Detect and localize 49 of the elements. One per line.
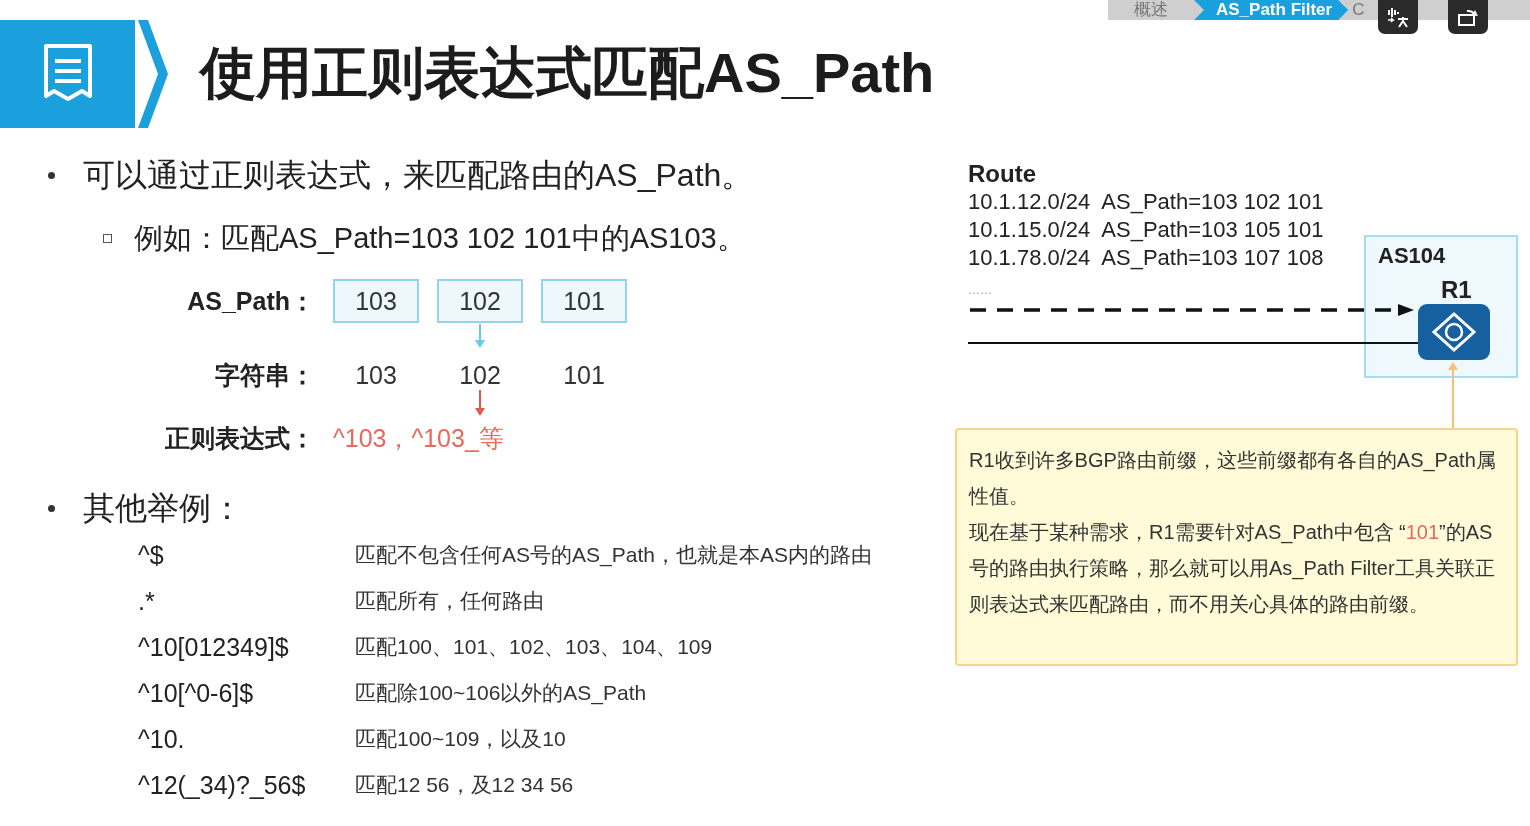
down-arrow [474,324,486,348]
nav-tab[interactable]: 概述 [1108,0,1194,20]
row-label: 正则表达式： [165,422,315,454]
router-icon [1418,304,1490,360]
string-value: 102 [458,360,502,390]
bullet-dot [48,504,55,512]
regex-pattern: ^10. [138,724,186,754]
as-label: AS104 [1378,243,1446,269]
translate-icon [1386,6,1410,28]
regex-pattern: ^$ [138,540,165,570]
as-number-box: 102 [437,279,523,323]
pattern-meaning: 匹配100、101、102、103、104、109 [355,634,714,660]
string-value: 101 [562,360,606,390]
regex-pattern: .* [138,586,156,616]
regex-pattern: ^12(_34)?_56$ [138,770,307,800]
up-arrow [1448,362,1458,428]
bullet-dot [48,171,55,179]
nav-tab[interactable]: AS_Path Filter [1194,0,1349,20]
nav-tab[interactable]: C [1348,0,1368,20]
route-title: Route [968,160,1037,188]
bullet-text: 例如：匹配AS_Path=103 102 101中的AS103。 [134,221,746,256]
pattern-meaning: 匹配不包含任何AS号的AS_Path，也就是本AS内的路由 [355,542,873,569]
note-text: R1收到许多BGP路由前缀，这些前缀都有各自的AS_Path属性值。 [969,448,1497,509]
row-label: AS_Path： [187,285,315,317]
translate-button[interactable] [1378,0,1418,34]
rotate-button[interactable] [1448,0,1488,34]
pattern-meaning: 匹配除100~106以外的AS_Path [355,680,648,707]
row-label: 字符串： [215,359,315,391]
slide-title: 使用正则表达式匹配AS_Path [200,40,935,106]
route-entry: 10.1.12.0/24 AS_Path=103 102 101 [968,188,1324,216]
note-text: 现在基于某种需求，R1需要针对AS_Path中包含 “101”的AS号的路由执行策略，那么就可以用As_Path Filter工具关联正则表达式来匹配路由，而不用关心具体的路由前缀。 [969,520,1496,617]
route-entry: 10.1.15.0/24 AS_Path=103 105 101 [968,216,1324,244]
string-value: 103 [354,360,398,390]
bullet-text: 可以通过正则表达式，来匹配路由的AS_Path。 [83,156,754,195]
as-number-box: 103 [333,279,419,323]
pattern-meaning: 匹配100~109，以及10 [355,726,567,752]
pattern-meaning: 匹配12 56，及12 34 56 [355,772,575,798]
as-number-box: 101 [541,279,627,323]
route-entry: 10.1.78.0/24 AS_Path=103 107 108 [968,244,1324,272]
bullet-text: 其他举例： [83,489,243,528]
down-arrow [474,390,486,416]
regex-pattern: ^10[^0-6]$ [138,678,255,708]
regex-text: ^103，^103_等 [333,422,505,454]
rotate-icon [1457,7,1479,27]
pattern-meaning: 匹配所有，任何路由 [355,588,545,614]
ellipsis: …… [968,283,992,297]
bullet-square [103,233,112,243]
regex-pattern: ^10[012349]$ [138,632,290,662]
router-label: R1 [1441,276,1472,303]
